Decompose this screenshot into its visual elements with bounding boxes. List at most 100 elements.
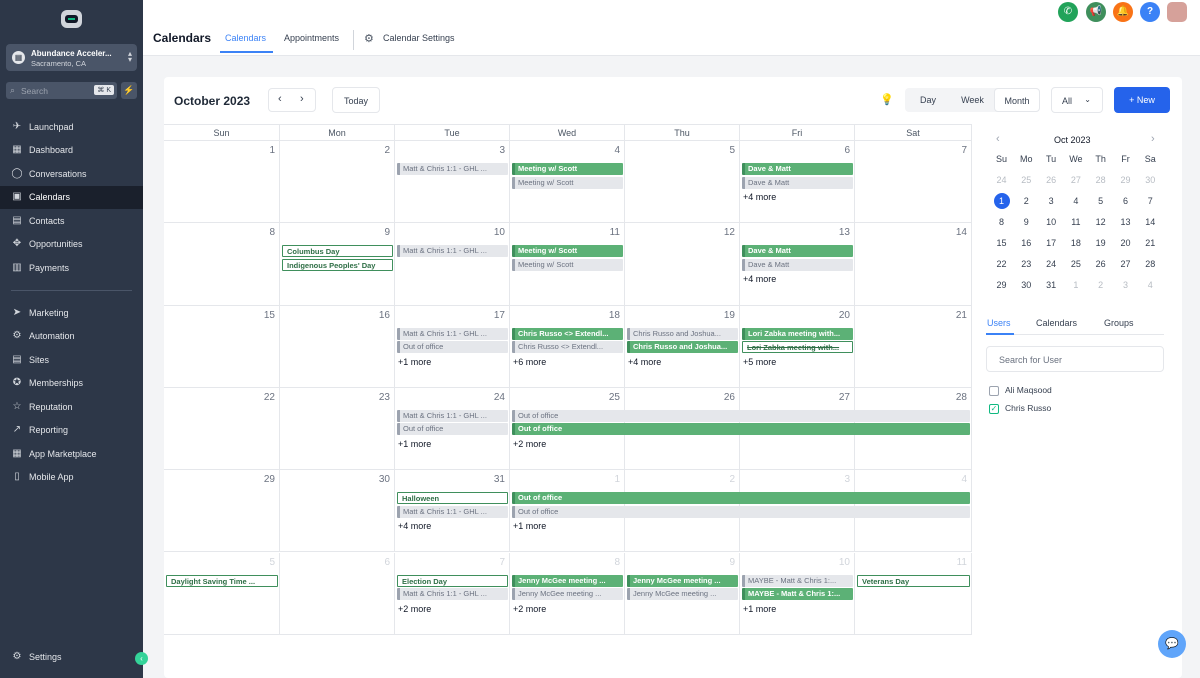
user-item[interactable]: ✓ Chris Russo <box>989 403 1051 414</box>
mini-day[interactable]: 15 <box>989 234 1014 252</box>
chevron-left-icon[interactable]: ‹ <box>996 133 1000 145</box>
tab-side-calendars[interactable]: Calendars <box>1036 318 1077 328</box>
calendar-event[interactable]: Chris Russo <> Extendl... <box>512 341 623 354</box>
sidebar-item-payments[interactable]: ▥ Payments <box>0 257 143 280</box>
calendar-event[interactable]: Matt & Chris 1:1 - GHL ... <box>397 327 508 340</box>
mini-day[interactable]: 27 <box>1113 255 1138 273</box>
more-events-link[interactable]: +1 more <box>743 604 776 614</box>
day-cell[interactable]: 30 <box>280 470 395 553</box>
sidebar-search[interactable]: ⌕ Search ⌘ K <box>6 82 117 99</box>
mini-day[interactable]: 11 <box>1063 213 1088 231</box>
lightbulb-icon[interactable]: 💡 <box>880 93 894 106</box>
calendar-event[interactable]: Jenny McGee meeting ... <box>512 588 623 600</box>
calendar-event[interactable]: Meeting w/ Scott <box>512 258 623 271</box>
mini-day[interactable]: 27 <box>1063 171 1088 189</box>
calendar-event[interactable]: Chris Russo <> Extendl... <box>512 327 623 340</box>
calendar-event[interactable]: Out of office <box>397 423 508 436</box>
day-cell[interactable]: 23 <box>280 387 395 471</box>
bell-icon[interactable]: 🔔 <box>1113 2 1133 22</box>
mini-day[interactable]: 30 <box>1014 276 1039 294</box>
calendar-event[interactable]: Matt & Chris 1:1 - GHL ... <box>397 505 508 518</box>
calendar-event[interactable]: Dave & Matt <box>742 258 853 271</box>
mini-day[interactable]: 9 <box>1014 213 1039 231</box>
mini-day[interactable]: 1 <box>989 192 1014 210</box>
day-cell[interactable]: 5 <box>164 552 280 635</box>
more-events-link[interactable]: +4 more <box>398 521 431 531</box>
mini-day[interactable]: 5 <box>1088 192 1113 210</box>
more-events-link[interactable]: +2 more <box>398 604 431 614</box>
mini-day[interactable]: 28 <box>1088 171 1113 189</box>
calendar-event[interactable]: Matt & Chris 1:1 - GHL ... <box>397 163 508 175</box>
calendar-event[interactable]: Meeting w/ Scott <box>512 245 623 258</box>
day-cell[interactable]: 7 <box>855 141 972 224</box>
day-cell[interactable]: 1 <box>164 141 280 224</box>
sidebar-item-launchpad[interactable]: ✈ Launchpad <box>0 116 143 139</box>
mini-day[interactable]: 23 <box>1014 255 1039 273</box>
mini-day[interactable]: 12 <box>1088 213 1113 231</box>
calendar-event[interactable]: Out of office <box>512 505 970 518</box>
tab-groups[interactable]: Groups <box>1104 318 1134 328</box>
day-cell[interactable]: 16 <box>280 305 395 388</box>
sidebar-item-opportunities[interactable]: ✥ Opportunities <box>0 233 143 256</box>
new-button[interactable]: + New <box>1114 87 1170 113</box>
more-events-link[interactable]: +4 more <box>743 274 776 284</box>
tab-calendar-settings[interactable]: Calendar Settings <box>383 33 455 43</box>
calendar-event[interactable]: Dave & Matt <box>742 245 853 258</box>
more-events-link[interactable]: +2 more <box>513 439 546 449</box>
calendar-event[interactable]: Daylight Saving Time ... <box>166 574 278 587</box>
mini-day[interactable]: 21 <box>1138 234 1163 252</box>
filter-select[interactable]: All ⌄ <box>1051 87 1103 113</box>
more-events-link[interactable]: +4 more <box>743 192 776 202</box>
calendar-event[interactable]: Election Day <box>397 574 508 587</box>
day-cell[interactable]: 2 <box>280 141 395 224</box>
calendar-event[interactable]: Meeting w/ Scott <box>512 163 623 175</box>
phone-icon[interactable]: ✆ <box>1058 2 1078 22</box>
sidebar-item-calendars[interactable]: ▣ Calendars <box>0 186 143 209</box>
day-cell[interactable]: 6 <box>280 552 395 635</box>
view-month-button[interactable]: Month <box>994 88 1040 112</box>
mini-day[interactable]: 10 <box>1039 213 1064 231</box>
mini-day[interactable]: 29 <box>989 276 1014 294</box>
mini-day[interactable]: 25 <box>1063 255 1088 273</box>
collapse-sidebar-icon[interactable]: ‹ <box>135 652 148 665</box>
mini-day[interactable]: 3 <box>1113 276 1138 294</box>
mini-day[interactable]: 29 <box>1113 171 1138 189</box>
user-item[interactable]: Ali Maqsood <box>989 385 1052 396</box>
day-cell[interactable]: 14 <box>855 223 972 306</box>
view-day-button[interactable]: Day <box>905 88 951 112</box>
calendar-event[interactable]: Matt & Chris 1:1 - GHL ... <box>397 245 508 258</box>
more-events-link[interactable]: +5 more <box>743 357 776 367</box>
mini-day[interactable]: 19 <box>1088 234 1113 252</box>
sidebar-item-app-marketplace[interactable]: ▦ App Marketplace <box>0 443 143 466</box>
mini-day[interactable]: 14 <box>1138 213 1163 231</box>
mini-day[interactable]: 30 <box>1138 171 1163 189</box>
day-cell[interactable]: 10 <box>395 223 510 306</box>
day-cell[interactable]: 15 <box>164 305 280 388</box>
checkbox[interactable] <box>989 385 999 396</box>
tab-users[interactable]: Users <box>987 318 1011 328</box>
calendar-event[interactable]: Columbus Day <box>282 245 393 258</box>
calendar-event[interactable]: MAYBE - Matt & Chris 1:... <box>742 574 853 587</box>
calendar-event[interactable]: Lori Zabka meeting with... <box>742 341 853 354</box>
sidebar-item-contacts[interactable]: ▤ Contacts <box>0 210 143 233</box>
mini-day[interactable]: 17 <box>1039 234 1064 252</box>
avatar[interactable] <box>1167 2 1187 22</box>
sidebar-item-dashboard[interactable]: ▦ Dashboard <box>0 139 143 162</box>
mini-day[interactable]: 4 <box>1138 276 1163 294</box>
chevron-right-icon[interactable]: › <box>300 93 304 105</box>
mini-day[interactable]: 26 <box>1088 255 1113 273</box>
checkbox-checked[interactable]: ✓ <box>989 403 999 414</box>
mini-day[interactable]: 4 <box>1063 192 1088 210</box>
sidebar-item-reporting[interactable]: ↗ Reporting <box>0 419 143 442</box>
calendar-event[interactable]: Out of office <box>512 492 970 505</box>
calendar-event[interactable]: Lori Zabka meeting with... <box>742 327 853 340</box>
tab-calendars[interactable]: Calendars <box>225 33 266 43</box>
calendar-event[interactable]: Jenny McGee meeting ... <box>627 588 738 600</box>
more-events-link[interactable]: +4 more <box>628 357 661 367</box>
sidebar-item-settings[interactable]: ⚙ Settings <box>0 646 143 669</box>
calendar-event[interactable]: Out of office <box>512 423 970 436</box>
mini-day[interactable]: 24 <box>1039 255 1064 273</box>
user-search-input[interactable]: Search for User <box>986 346 1164 372</box>
mini-day[interactable]: 6 <box>1113 192 1138 210</box>
mini-day[interactable]: 28 <box>1138 255 1163 273</box>
